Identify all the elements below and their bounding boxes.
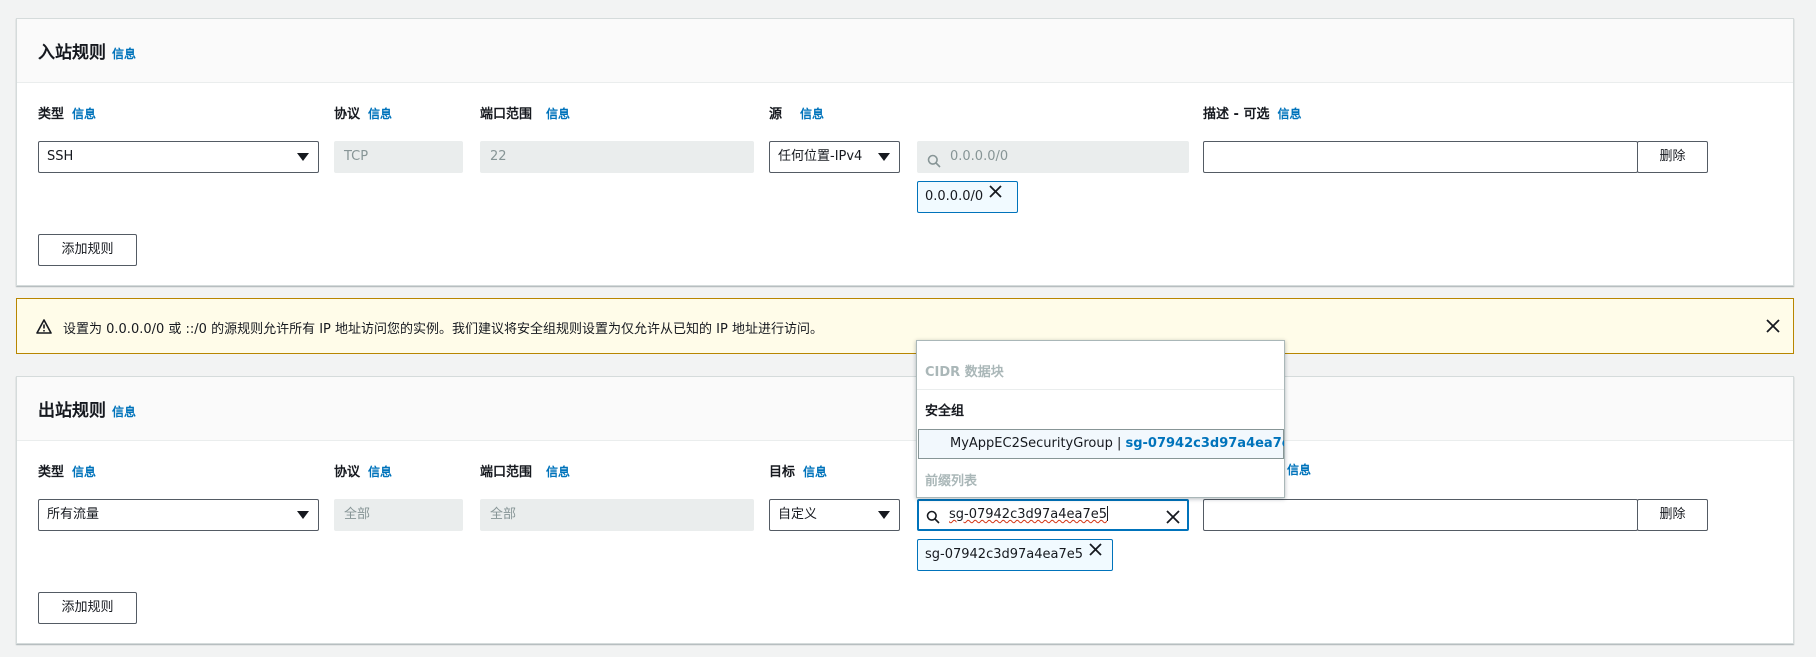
inbound-type-select[interactable]: SSH xyxy=(38,141,319,173)
text-cursor xyxy=(1107,506,1109,521)
outbound-destination-select[interactable]: 自定义 xyxy=(769,499,900,531)
outbound-type-label: 类型 信息 xyxy=(38,465,97,480)
search-icon xyxy=(926,507,940,535)
inbound-protocol-info-link[interactable]: 信息 xyxy=(368,107,392,121)
inbound-add-rule-button[interactable]: 添加规则 xyxy=(38,234,137,266)
dropdown-option-security-group[interactable]: MyAppEC2SecurityGroup | sg-07942c3d97a4e… xyxy=(918,429,1284,459)
outbound-destination-label: 目标 信息 xyxy=(769,465,828,480)
inbound-type-info-link[interactable]: 信息 xyxy=(72,107,96,121)
inbound-source-label: 源信息 xyxy=(769,107,825,122)
inbound-cidr-search: 0.0.0.0/0 xyxy=(917,141,1189,173)
inbound-port-field: 22 xyxy=(480,141,754,173)
outbound-port-info-link[interactable]: 信息 xyxy=(546,465,570,479)
dropdown-group-cidr: CIDR 数据块 xyxy=(925,365,1004,380)
outbound-description-info-partial: 信息 xyxy=(1287,463,1312,477)
destination-dropdown-menu: CIDR 数据块 安全组 MyAppEC2SecurityGroup | sg-… xyxy=(916,340,1285,498)
outbound-title-info-link[interactable]: 信息 xyxy=(112,405,136,419)
inbound-source-token: 0.0.0.0/0 xyxy=(917,181,1018,213)
outbound-protocol-label: 协议 信息 xyxy=(334,465,393,480)
inbound-title-info-link[interactable]: 信息 xyxy=(112,47,136,61)
outbound-destination-token: sg-07942c3d97a4ea7e5 xyxy=(917,539,1113,571)
outbound-port-label: 端口范围 信息 xyxy=(480,465,571,480)
inbound-type-label: 类型 信息 xyxy=(38,107,97,122)
inbound-port-info-link[interactable]: 信息 xyxy=(546,107,570,121)
inbound-rules-title: 入站规则 信息 xyxy=(38,43,137,63)
inbound-protocol-label: 协议 信息 xyxy=(334,107,393,122)
clear-icon[interactable] xyxy=(1166,507,1180,535)
outbound-description-input[interactable] xyxy=(1203,499,1638,531)
outbound-rules-title: 出站规则 信息 xyxy=(38,401,137,421)
close-icon[interactable] xyxy=(1766,319,1780,337)
inbound-rules-header: 入站规则 信息 xyxy=(17,19,1793,83)
search-typed-text: sg-07942c3d97a4ea7e5 xyxy=(949,507,1108,522)
close-icon[interactable] xyxy=(989,180,1002,210)
chevron-down-icon xyxy=(297,153,309,161)
warning-icon xyxy=(36,319,52,338)
inbound-port-label: 端口范围 信息 xyxy=(480,107,571,122)
inbound-description-input[interactable] xyxy=(1203,141,1638,173)
inbound-delete-button[interactable]: 删除 xyxy=(1637,141,1708,173)
outbound-type-select[interactable]: 所有流量 xyxy=(38,499,319,531)
chevron-down-icon xyxy=(297,511,309,519)
outbound-rules-header: 出站规则 信息 xyxy=(17,377,1793,441)
outbound-add-rule-button[interactable]: 添加规则 xyxy=(38,592,137,624)
chevron-down-icon xyxy=(878,153,890,161)
inbound-rules-panel: 入站规则 信息 类型 信息 协议 信息 端口范围 信息 源信息 描述 - 可选 信息 SS… xyxy=(16,18,1794,286)
outbound-type-info-link[interactable]: 信息 xyxy=(72,465,96,479)
outbound-rules-panel: 出站规则 信息 类型 信息 协议 信息 端口范围 信息 目标 信息 信息 所有流量 全部 … xyxy=(16,376,1794,644)
dropdown-divider xyxy=(917,389,1284,390)
outbound-port-field: 全部 xyxy=(480,499,754,531)
outbound-destination-info-link[interactable]: 信息 xyxy=(803,465,827,479)
inbound-description-info-link[interactable]: 信息 xyxy=(1277,107,1301,121)
warning-text: 设置为 0.0.0.0/0 或 ::/0 的源规则允许所有 IP 地址访问您的实… xyxy=(63,322,823,337)
outbound-delete-button[interactable]: 删除 xyxy=(1637,499,1708,531)
close-icon[interactable] xyxy=(1089,538,1102,568)
outbound-protocol-field: 全部 xyxy=(334,499,463,531)
inbound-source-info-link[interactable]: 信息 xyxy=(800,107,824,121)
chevron-down-icon xyxy=(878,511,890,519)
search-icon xyxy=(927,150,941,180)
dropdown-group-prefix-list: 前缀列表 xyxy=(925,474,978,489)
warning-alert: 设置为 0.0.0.0/0 或 ::/0 的源规则允许所有 IP 地址访问您的实… xyxy=(16,298,1794,354)
inbound-protocol-field: TCP xyxy=(334,141,463,173)
inbound-source-select[interactable]: 任何位置-IPv4 xyxy=(769,141,900,173)
outbound-destination-search-input[interactable]: sg-07942c3d97a4ea7e5 xyxy=(917,499,1189,531)
inbound-description-label: 描述 - 可选 信息 xyxy=(1203,107,1302,122)
outbound-protocol-info-link[interactable]: 信息 xyxy=(368,465,392,479)
dropdown-group-security-group: 安全组 xyxy=(925,404,965,419)
